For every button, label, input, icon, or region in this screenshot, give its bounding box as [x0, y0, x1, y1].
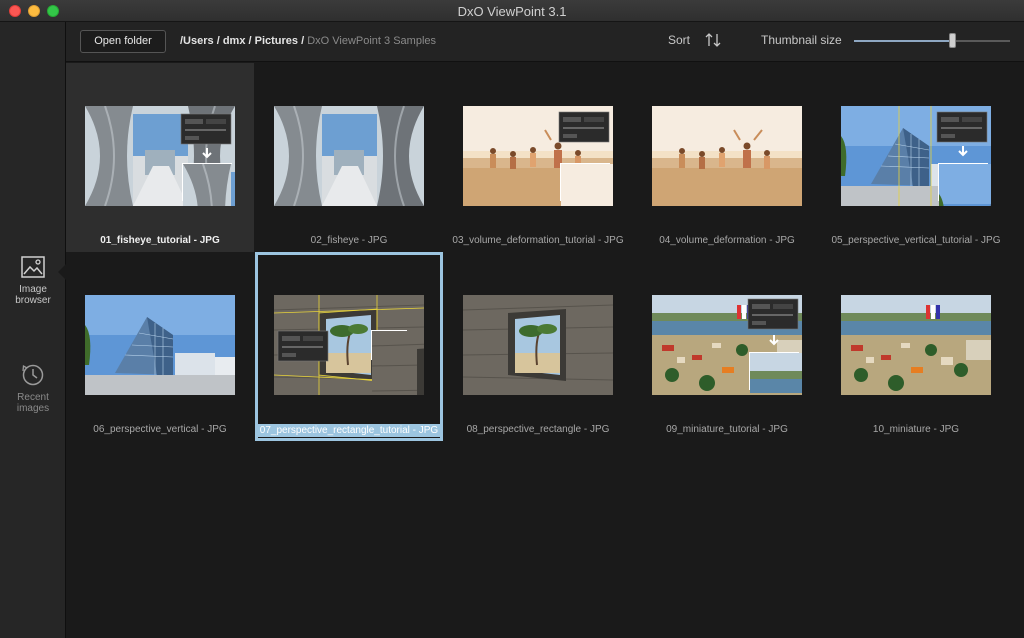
sidebar-label-line: images — [16, 403, 50, 414]
sidebar-item-image-browser[interactable]: Image browser — [0, 254, 66, 306]
sidebar-label-line: browser — [15, 295, 51, 306]
image-filename: 08_perspective_rectangle - JPG — [466, 424, 610, 435]
sort-order-icon[interactable] — [704, 31, 722, 49]
thumbnail-size-slider[interactable] — [854, 33, 1010, 48]
image-filename: 01_fisheye_tutorial - JPG — [100, 235, 220, 246]
image-thumbnail[interactable] — [85, 106, 235, 206]
image-filename: 02_fisheye - JPG — [310, 235, 388, 246]
image-filename: 10_miniature - JPG — [872, 424, 960, 435]
image-tile[interactable]: 03_volume_deformation_tutorial - JPG — [444, 63, 632, 252]
title-bar: DxO ViewPoint 3.1 — [0, 0, 1024, 22]
toolbar: Open folder /Users / dmx / Pictures / Dx… — [66, 22, 1024, 62]
image-icon — [21, 256, 45, 278]
active-indicator-arrow — [58, 264, 66, 280]
breadcrumb-separator: / — [245, 35, 255, 47]
image-tile[interactable]: 04_volume_deformation - JPG — [633, 63, 821, 252]
image-tile[interactable]: 02_fisheye - JPG — [255, 63, 443, 252]
image-grid: 01_fisheye_tutorial - JPG 02_fisheye - J… — [66, 63, 1024, 638]
image-thumbnail[interactable] — [841, 106, 991, 206]
thumbnail-size-label: Thumbnail size — [761, 33, 842, 47]
image-thumbnail[interactable] — [274, 295, 424, 395]
image-tile[interactable]: 05_perspective_vertical_tutorial - JPG — [822, 63, 1010, 252]
image-tile[interactable]: 01_fisheye_tutorial - JPG — [66, 63, 254, 252]
image-tile[interactable]: 10_miniature - JPG — [822, 252, 1010, 441]
image-filename: 09_miniature_tutorial - JPG — [666, 424, 788, 435]
slider-fill — [854, 40, 953, 42]
breadcrumb-separator: / — [298, 35, 308, 47]
image-thumbnail[interactable] — [841, 295, 991, 395]
breadcrumb-current: DxO ViewPoint 3 Samples — [307, 35, 437, 47]
breadcrumb-user[interactable]: dmx — [223, 35, 246, 47]
breadcrumb-separator: / — [213, 35, 223, 47]
image-filename: 03_volume_deformation_tutorial - JPG — [452, 235, 624, 246]
image-filename: 05_perspective_vertical_tutorial - JPG — [831, 235, 1001, 246]
image-thumbnail[interactable] — [274, 106, 424, 206]
image-tile[interactable]: 06_perspective_vertical - JPG — [66, 252, 254, 441]
breadcrumb-users[interactable]: /Users — [180, 35, 214, 47]
slider-knob[interactable] — [949, 33, 957, 48]
image-filename: 04_volume_deformation - JPG — [659, 235, 795, 246]
image-thumbnail[interactable] — [85, 295, 235, 395]
image-filename: 06_perspective_vertical - JPG — [93, 424, 227, 435]
clock-icon — [22, 364, 44, 386]
sidebar-label-line: Recent — [17, 392, 49, 403]
breadcrumb-pictures[interactable]: Pictures — [255, 35, 298, 47]
image-tile[interactable]: 09_miniature_tutorial - JPG — [633, 252, 821, 441]
sort-label[interactable]: Sort — [668, 33, 690, 47]
sidebar-item-label: Image browser — [0, 284, 66, 306]
image-filename: 07_perspective_rectangle_tutorial - JPG — [255, 424, 443, 437]
image-thumbnail[interactable] — [463, 106, 613, 206]
sidebar: Image browser Recent images — [0, 22, 66, 638]
image-tile[interactable]: 08_perspective_rectangle - JPG — [444, 252, 632, 441]
open-folder-button[interactable]: Open folder — [80, 30, 166, 53]
breadcrumb: /Users / dmx / Pictures / DxO ViewPoint … — [180, 35, 436, 47]
image-thumbnail[interactable] — [652, 295, 802, 395]
image-tile[interactable]: 07_perspective_rectangle_tutorial - JPG — [255, 252, 443, 441]
sidebar-item-recent-images[interactable]: Recent images — [0, 362, 66, 414]
sidebar-label-line: Image — [19, 284, 47, 295]
sidebar-item-label: Recent images — [0, 392, 66, 414]
window-title: DxO ViewPoint 3.1 — [457, 4, 567, 19]
image-thumbnail[interactable] — [463, 295, 613, 395]
image-thumbnail[interactable] — [652, 106, 802, 206]
